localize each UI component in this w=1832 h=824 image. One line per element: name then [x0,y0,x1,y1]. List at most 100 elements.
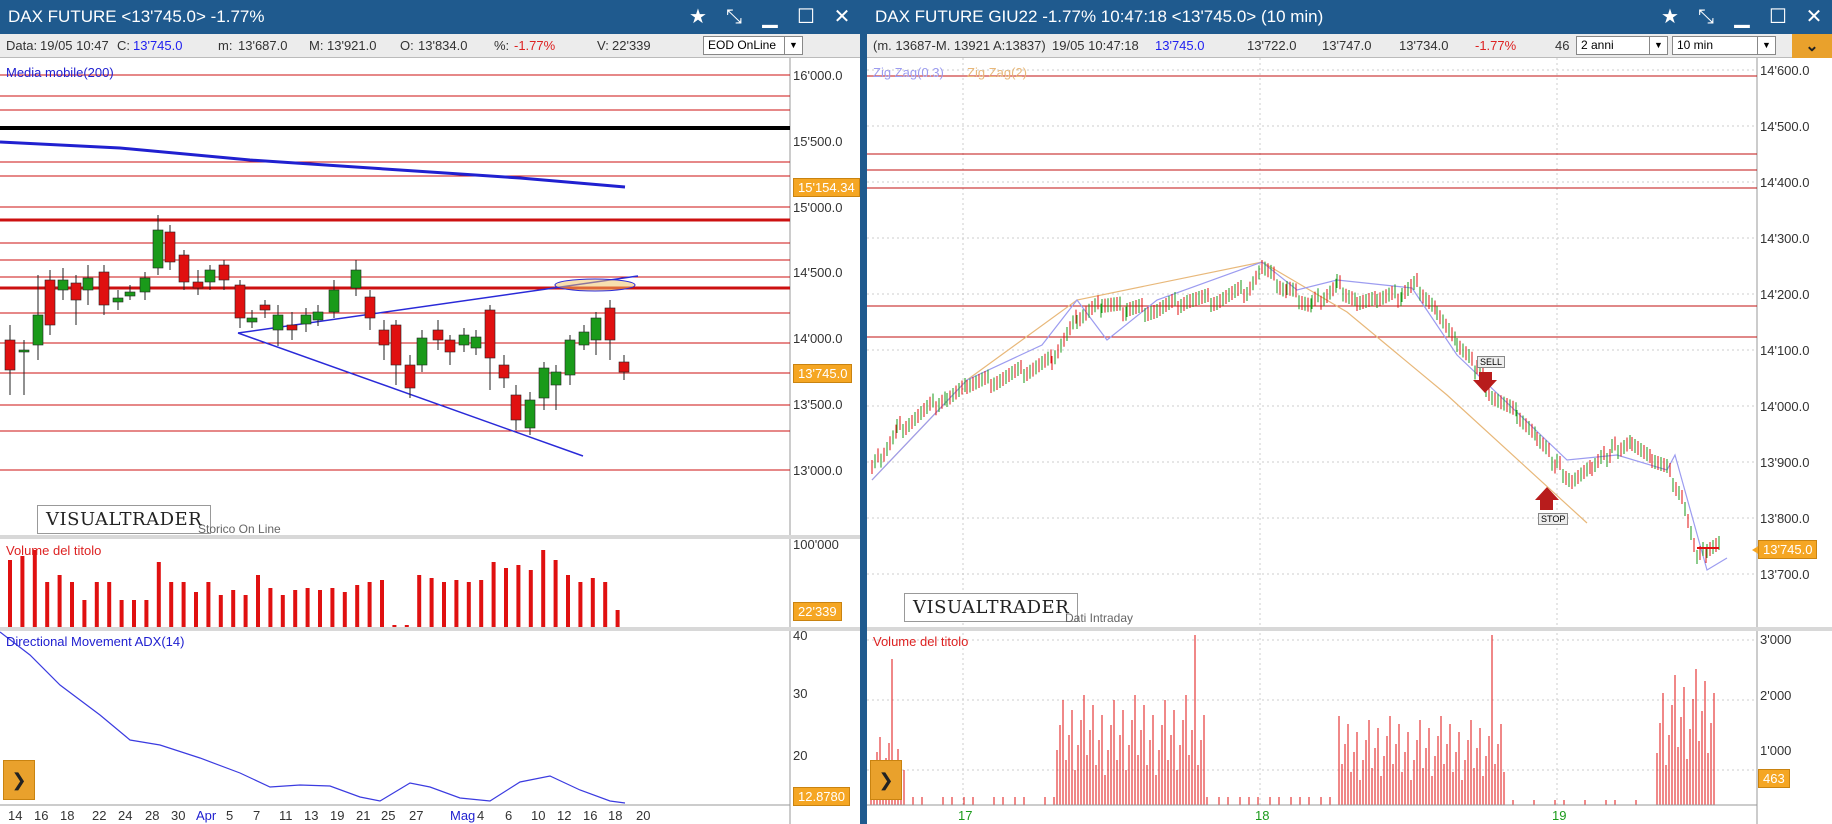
volume-bar [231,590,236,627]
candle-body [484,309,496,359]
x-axis-label: 20 [636,808,651,823]
panel-divider[interactable] [0,627,860,631]
volume-bar [528,570,533,627]
volume-bar [541,550,546,627]
x-axis-label: 30 [171,808,186,823]
logo-subtitle: Storico On Line [198,522,281,536]
x-axis-label: 7 [253,808,261,823]
volume-bar [144,600,149,627]
volume-bar [32,550,37,627]
volume-bar [132,600,136,627]
volume-bar [330,588,335,627]
stop-arrow-icon [1535,487,1559,510]
volume-bar [119,600,124,627]
candle-body [70,282,82,301]
adx-axis-label: 30 [793,686,808,701]
visualtrader-logo: VISUALTRADER [904,593,1079,622]
price-label: 13'000.0 [793,463,843,478]
right-chart-canvas[interactable] [867,0,1832,824]
volume-bar [466,582,471,627]
candle-body [378,329,390,346]
volume-bar [305,588,310,627]
x-axis-label: 14 [8,808,23,823]
x-axis-label: 6 [505,808,513,823]
volume-bar [479,580,484,627]
candle-body [32,314,44,346]
price-label: 15'500.0 [793,134,843,149]
volume-bar [206,582,211,627]
price-label: 14'000.0 [793,331,843,346]
price-label: 14'500.0 [1760,119,1810,134]
volume-bar [82,600,87,627]
x-axis-label: 25 [381,808,396,823]
candle-body [124,291,136,297]
price-label: 13'500.0 [793,397,843,412]
candle-body [578,331,590,346]
candle-body [204,269,216,283]
candle-body [57,279,69,291]
volume-bar [243,595,248,627]
scroll-right-button[interactable]: ❯ [870,760,902,800]
price-label: 14'400.0 [1760,175,1810,190]
volume-bar [590,578,595,627]
sell-signal-label: SELL [1477,356,1506,368]
x-axis-label: Apr [196,808,217,823]
candle-body [470,336,482,349]
volume-bar [268,588,273,627]
price-label: 14'000.0 [1760,399,1810,414]
candle-body [550,371,562,386]
candle-body [139,277,151,293]
volume-bar [553,560,558,627]
volume-badge: 22'339 [793,602,842,621]
zigzag-label[interactable]: Zig Zag(0.3) [873,65,944,80]
ma-indicator-label[interactable]: Media mobile(200) [6,65,114,80]
volume-panel-title[interactable]: Volume del titolo [6,543,101,558]
volume-axis-label: 2'000 [1760,688,1792,703]
x-axis-label: 13 [304,808,319,823]
volume-bar [280,595,285,627]
volume-bar [20,556,25,627]
x-axis-label: 16 [34,808,49,823]
last-price-badge: 13'745.0 [1758,540,1818,559]
x-axis-label: 18 [60,808,75,823]
volume-bar [107,582,112,627]
volume-bar [8,560,12,627]
volume-bar [454,580,459,627]
ma-value-badge: 15'154.34 [793,178,860,197]
candle-body [98,271,110,306]
panel-divider[interactable] [0,535,860,539]
volume-bar [578,582,583,627]
candle-body [82,277,94,291]
candle-body [524,399,536,429]
volume-bar [516,565,521,627]
last-price-badge: 13'745.0 [793,364,853,383]
candle-body [246,317,258,323]
volume-bar [70,582,74,627]
logo-subtitle: Dati Intraday [1065,611,1134,625]
left-chart-canvas[interactable] [0,0,860,824]
x-axis-label: Mag [450,808,476,823]
volume-bar [429,578,434,627]
adx-panel-title[interactable]: Directional Movement ADX(14) [6,634,184,649]
zigzag-label[interactable]: Zig Zag(2) [967,65,1027,80]
candle-body [328,289,340,313]
x-axis-label: 19 [1552,808,1567,823]
x-axis-label: 16 [583,808,598,823]
price-label: 13'900.0 [1760,455,1810,470]
scroll-right-button[interactable]: ❯ [3,760,35,800]
x-axis-label: 5 [226,808,234,823]
candle-body [364,296,376,319]
price-label: 14'100.0 [1760,343,1810,358]
volume-axis-label: 1'000 [1760,743,1792,758]
x-axis-label: 4 [477,808,485,823]
panel-divider[interactable] [867,627,1832,631]
volume-bar [355,585,360,627]
candle-body [192,281,204,289]
candle-body [152,229,164,269]
volume-bar [504,568,508,627]
volume-axis-label: 100'000 [793,537,839,552]
candle-body [444,339,456,353]
volume-bar [169,582,174,627]
price-label: 14'200.0 [1760,287,1810,302]
volume-panel-title[interactable]: Volume del titolo [873,634,968,649]
